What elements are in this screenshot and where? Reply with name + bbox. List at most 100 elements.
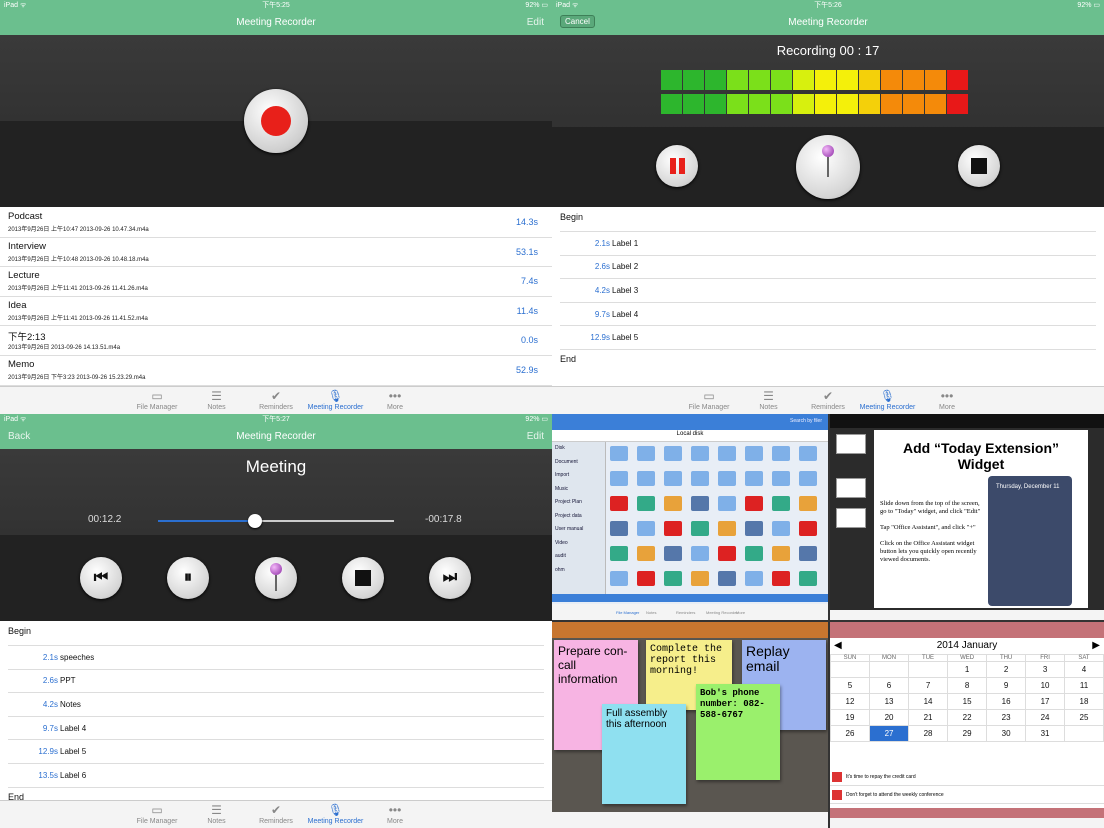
calendar-day[interactable]: 29 [947, 725, 988, 742]
tab-more[interactable]: ••• More [365, 389, 425, 411]
calendar-day[interactable]: 19 [830, 709, 870, 726]
fast-forward-button[interactable]: ⏭ [429, 557, 471, 599]
calendar-day[interactable]: 22 [947, 709, 988, 726]
file-icon[interactable] [772, 571, 790, 586]
folder-icon[interactable] [772, 446, 790, 461]
sidebar-item-ohm[interactable]: ohm [555, 567, 565, 573]
record-button[interactable] [244, 89, 308, 153]
pause-button[interactable] [656, 145, 698, 187]
file-icon[interactable] [718, 571, 736, 586]
label-row[interactable]: 13.5s Label 6 [8, 764, 544, 788]
calendar-day[interactable]: 24 [1025, 709, 1065, 726]
file-icon[interactable] [691, 496, 709, 511]
calendar-day[interactable]: 10 [1025, 677, 1065, 694]
folder-icon[interactable] [664, 471, 682, 486]
rewind-button[interactable]: ⏮ [80, 557, 122, 599]
tab-notes[interactable]: ☰ Notes [739, 389, 799, 411]
stop-button[interactable] [958, 145, 1000, 187]
sidebar-item-disk[interactable]: Disk [555, 445, 565, 451]
file-icon[interactable] [664, 571, 682, 586]
tab-reminders[interactable]: ✔ Reminders [246, 389, 306, 411]
tab-reminders[interactable]: Reminders [676, 610, 695, 615]
file-icon[interactable] [745, 496, 763, 511]
recording-row[interactable]: Memo 2013年9月26日 下午3:23 2013-09-26 15.23.2… [0, 356, 552, 386]
calendar-day[interactable]: 17 [1025, 693, 1065, 710]
file-icon[interactable] [637, 521, 655, 536]
reminder-row[interactable]: Don't forget to attend the weekly confer… [830, 786, 1104, 804]
calendar-day[interactable]: 30 [986, 725, 1027, 742]
tab-notes[interactable]: Notes [646, 610, 656, 615]
tab-more[interactable]: ••• More [917, 389, 977, 411]
sticky-note[interactable]: Full assembly this afternoon [602, 704, 686, 804]
file-icon[interactable] [691, 521, 709, 536]
file-icon[interactable] [745, 521, 763, 536]
tab-meeting-recorder[interactable]: 🎙 Meeting Recorder [306, 803, 366, 825]
tab-notes[interactable]: ☰ Notes [187, 389, 247, 411]
sidebar-item-video[interactable]: Video [555, 540, 568, 546]
folder-icon[interactable] [691, 471, 709, 486]
tab-meeting-recorder[interactable]: 🎙 Meeting Recorder [858, 389, 918, 411]
tab-file-manager[interactable]: ▭ File Manager [679, 389, 739, 411]
seek-knob[interactable] [247, 514, 262, 528]
tab-file-manager[interactable]: ▭ File Manager [127, 389, 187, 411]
tab-reminders[interactable]: ✔ Reminders [246, 803, 306, 825]
calendar-day[interactable]: 27 [868, 725, 910, 742]
slide-thumbnail[interactable] [836, 478, 866, 498]
file-icon[interactable] [610, 496, 628, 511]
folder-icon[interactable] [718, 471, 736, 486]
calendar-day[interactable]: 31 [1025, 725, 1065, 742]
file-icon[interactable] [637, 496, 655, 511]
tab-file-manager[interactable]: ▭ File Manager [127, 803, 187, 825]
recording-row[interactable]: Interview 2013年9月26日 上午10:48 2013-09-26 1… [0, 238, 552, 268]
calendar-day[interactable]: 28 [908, 725, 949, 742]
edit-button[interactable]: Edit [527, 431, 544, 442]
add-label-button[interactable] [796, 135, 860, 199]
calendar-day[interactable]: 16 [986, 693, 1027, 710]
calendar-day[interactable]: 5 [830, 677, 870, 694]
tab-notes[interactable]: ☰ Notes [187, 803, 247, 825]
slide-thumbnail[interactable] [836, 508, 866, 528]
label-row[interactable]: 4.2s Label 3 [560, 279, 1096, 303]
calendar-day[interactable]: 6 [868, 677, 910, 694]
file-icon[interactable] [610, 546, 628, 561]
file-icon[interactable] [610, 571, 628, 586]
calendar-day[interactable]: 7 [908, 677, 949, 694]
folder-icon[interactable] [664, 446, 682, 461]
calendar-day[interactable]: 21 [908, 709, 949, 726]
calendar-day[interactable]: 9 [986, 677, 1027, 694]
folder-icon[interactable] [799, 446, 817, 461]
reminder-row[interactable]: It's time to repay the credit card [830, 768, 1104, 786]
calendar-day[interactable]: 1 [947, 661, 988, 678]
sidebar-item-user-manual[interactable]: User manual [555, 526, 583, 532]
label-row[interactable]: 9.7s Label 4 [560, 303, 1096, 327]
file-icon[interactable] [664, 496, 682, 511]
file-icon[interactable] [637, 546, 655, 561]
calendar-day[interactable]: 26 [830, 725, 870, 742]
label-row[interactable]: 2.1s speeches [8, 646, 544, 670]
calendar-day[interactable]: 15 [947, 693, 988, 710]
sidebar-item-project-plan[interactable]: Project Plan [555, 499, 582, 505]
tab-more[interactable]: ••• More [365, 803, 425, 825]
file-icon[interactable] [718, 496, 736, 511]
file-icon[interactable] [691, 571, 709, 586]
next-month-arrow[interactable]: ▶ [1092, 640, 1100, 651]
label-row[interactable]: 12.9s Label 5 [8, 740, 544, 764]
tab-more[interactable]: More [736, 610, 745, 615]
sidebar-item-document[interactable]: Document [555, 459, 578, 465]
folder-icon[interactable] [799, 471, 817, 486]
sticky-note[interactable]: Bob's phone number: 082-588-6767 [696, 684, 780, 780]
file-icon[interactable] [772, 496, 790, 511]
label-row[interactable]: 2.1s Label 1 [560, 232, 1096, 256]
sidebar-item-project-data[interactable]: Project data [555, 513, 582, 519]
folder-icon[interactable] [610, 446, 628, 461]
label-row[interactable]: 9.7s Label 4 [8, 717, 544, 741]
calendar-day[interactable]: 3 [1025, 661, 1065, 678]
calendar-day[interactable]: 14 [908, 693, 949, 710]
file-icon[interactable] [799, 571, 817, 586]
sidebar-item-audit[interactable]: audit [555, 553, 566, 559]
file-icon[interactable] [772, 546, 790, 561]
calendar-day[interactable]: 13 [868, 693, 910, 710]
recording-row[interactable]: 下午2:13 2013年9月26日 2013-09-26 14.13.51.m4a… [0, 326, 552, 356]
file-search-input[interactable]: Search by filer [790, 418, 822, 424]
file-icon[interactable] [799, 546, 817, 561]
